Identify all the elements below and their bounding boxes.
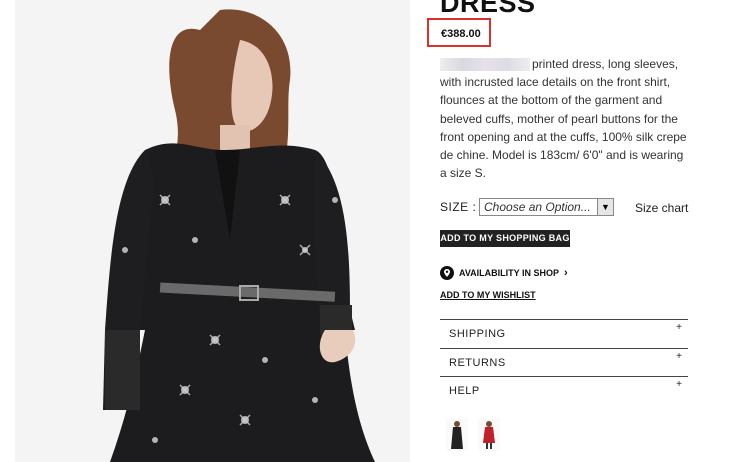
- product-title: DRESS: [440, 0, 536, 18]
- size-select[interactable]: Choose an Option... ▼: [479, 198, 614, 216]
- availability-arrow-icon: ›: [564, 267, 568, 279]
- location-pin-icon: [440, 266, 454, 280]
- wishlist-link[interactable]: ADD TO MY WISHLIST: [440, 290, 536, 300]
- product-description: printed dress, long sleeves, with incrus…: [440, 55, 690, 182]
- add-to-bag-button[interactable]: ADD TO MY SHOPPING BAG: [440, 230, 570, 247]
- size-label: SIZE :: [440, 200, 477, 214]
- accordion-shipping[interactable]: SHIPPING +: [440, 319, 688, 347]
- size-chart-link[interactable]: Size chart: [635, 201, 688, 215]
- accordion-label: RETURNS: [449, 357, 506, 369]
- accordion-help[interactable]: HELP +: [440, 376, 688, 404]
- plus-icon: +: [676, 351, 682, 362]
- availability-link[interactable]: AVAILABILITY IN SHOP ›: [440, 266, 568, 280]
- product-price: €388.00: [441, 28, 481, 40]
- description-text: printed dress, long sleeves, with incrus…: [440, 57, 687, 181]
- accordion-label: HELP: [449, 385, 480, 397]
- thumbnail-red-dress[interactable]: [478, 419, 500, 451]
- chevron-down-icon[interactable]: ▼: [597, 199, 613, 215]
- plus-icon: +: [676, 379, 682, 390]
- plus-icon: +: [676, 322, 682, 333]
- product-photo: [15, 0, 410, 462]
- availability-label: AVAILABILITY IN SHOP: [459, 268, 560, 278]
- size-select-value: Choose an Option...: [484, 200, 591, 214]
- accordion-label: SHIPPING: [449, 328, 506, 340]
- thumbnail-black-dress[interactable]: [446, 419, 468, 451]
- accordion-returns[interactable]: RETURNS +: [440, 348, 688, 376]
